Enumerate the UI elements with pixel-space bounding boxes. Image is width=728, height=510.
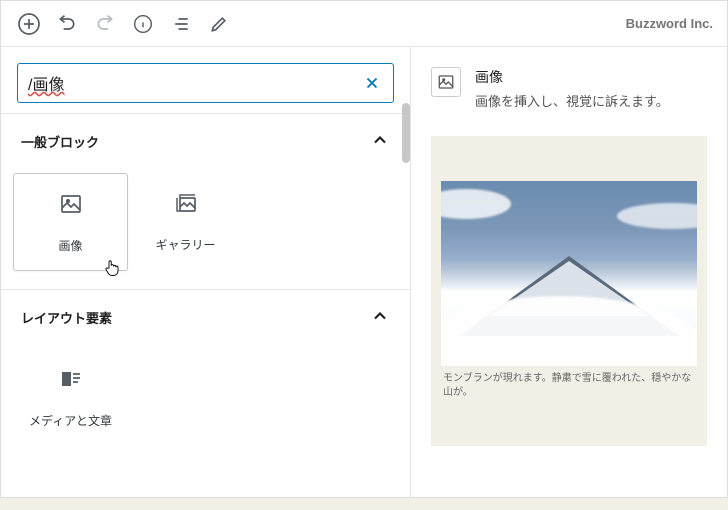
add-block-button[interactable] (11, 6, 47, 42)
block-item-media-text[interactable]: メディアと文章 (13, 349, 128, 445)
section-header-layout[interactable]: レイアウト要素 (1, 290, 410, 345)
image-icon (431, 67, 461, 97)
chevron-up-icon (370, 130, 390, 153)
block-preview-panel: 画像 画像を挿入し、視覚に訴えます。 モンブランが現れます。静粛で雪に覆われた、… (411, 47, 727, 497)
block-label: 画像 (58, 237, 82, 254)
media-text-icon (59, 367, 83, 394)
section-layout-elements: レイアウト要素 メディアと文章 (1, 289, 410, 463)
redo-icon (95, 14, 115, 34)
block-search-field[interactable]: /画像 (17, 63, 394, 103)
list-icon (171, 14, 191, 34)
image-icon (59, 192, 83, 219)
redo-button[interactable] (87, 6, 123, 42)
preview-title: 画像 (475, 67, 669, 87)
cursor-pointer-icon (103, 258, 121, 278)
preview-image (441, 181, 697, 366)
undo-button[interactable] (49, 6, 85, 42)
gallery-icon (174, 191, 198, 218)
scrollbar[interactable] (402, 103, 410, 163)
block-item-gallery[interactable]: ギャラリー (128, 173, 243, 271)
search-input[interactable] (64, 74, 361, 92)
block-label: メディアと文章 (29, 412, 112, 429)
clear-search-button[interactable] (361, 72, 383, 94)
block-inserter-panel: /画像 一般ブロック (1, 47, 411, 497)
search-value: /画像 (28, 71, 64, 95)
plus-icon (17, 12, 41, 36)
section-title: レイアウト要素 (21, 308, 112, 327)
info-button[interactable] (125, 6, 161, 42)
preview-canvas: モンブランが現れます。静粛で雪に覆われた、穏やかな山が。 (431, 136, 707, 446)
section-common-blocks: 一般ブロック 画像 (1, 113, 410, 289)
block-item-image[interactable]: 画像 (13, 173, 128, 271)
edit-button[interactable] (201, 6, 237, 42)
preview-image-figure: モンブランが現れます。静粛で雪に覆われた、穏やかな山が。 (441, 181, 697, 400)
block-label: ギャラリー (155, 236, 215, 253)
chevron-up-icon (370, 306, 390, 329)
section-header-common[interactable]: 一般ブロック (1, 114, 410, 169)
close-icon (363, 74, 381, 92)
preview-description: 画像を挿入し、視覚に訴えます。 (475, 91, 669, 110)
pencil-icon (209, 14, 229, 34)
brand-label: Buzzword Inc. (626, 16, 717, 31)
top-toolbar: Buzzword Inc. (1, 1, 727, 47)
section-title: 一般ブロック (21, 132, 99, 151)
info-icon (133, 14, 153, 34)
preview-caption: モンブランが現れます。静粛で雪に覆われた、穏やかな山が。 (441, 366, 697, 400)
undo-icon (57, 14, 77, 34)
outline-button[interactable] (163, 6, 199, 42)
